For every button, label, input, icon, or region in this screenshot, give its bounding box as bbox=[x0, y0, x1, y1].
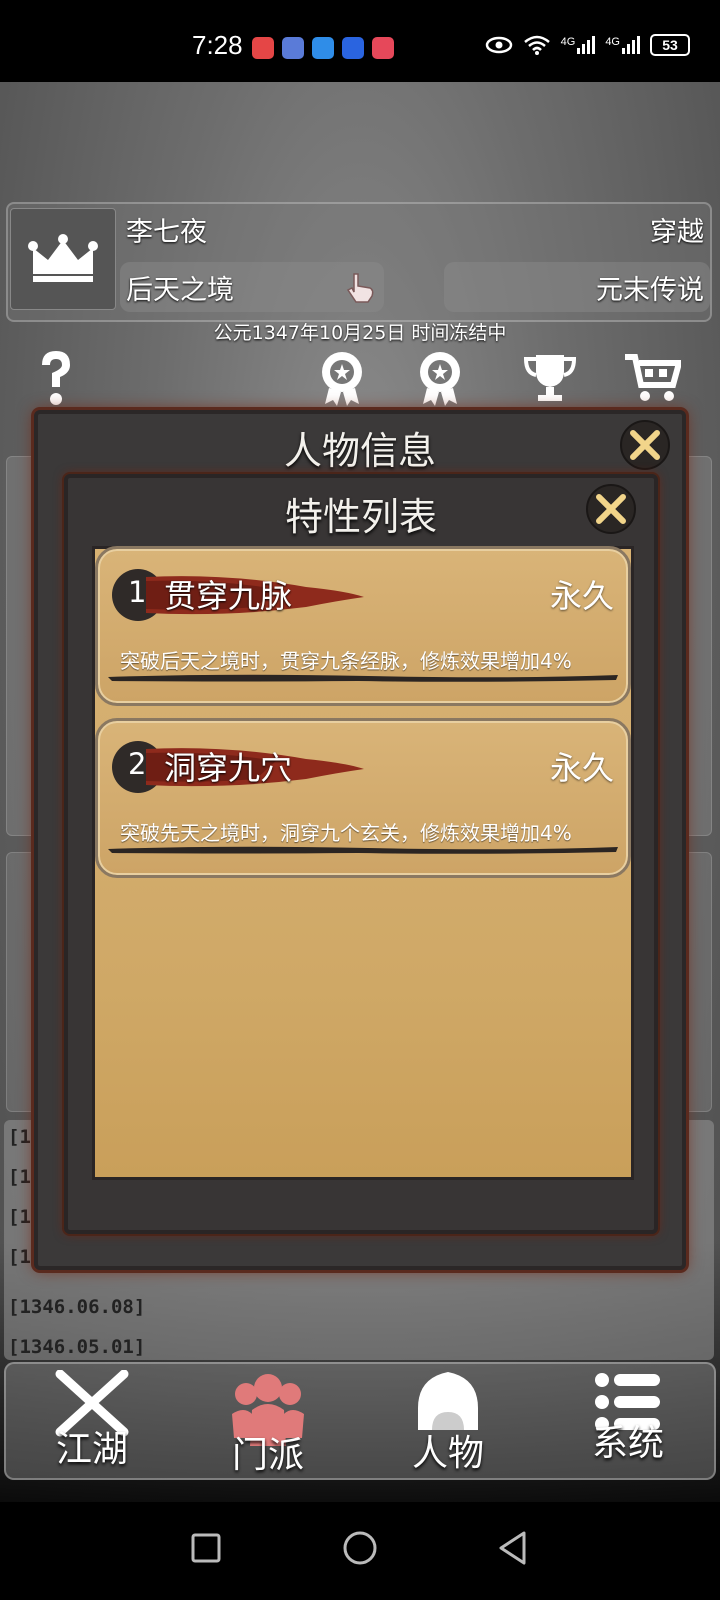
status-time: 7:28 bbox=[192, 30, 243, 60]
trait-duration: 永久 bbox=[549, 577, 614, 615]
hand-pointer-icon bbox=[346, 273, 374, 303]
player-realm: 后天之境 bbox=[126, 274, 234, 306]
network-type-1: 4G bbox=[560, 36, 576, 48]
book-app-icon bbox=[372, 37, 394, 59]
trait-description: 突破后天之境时，贯穿九条经脉，修炼效果增加4% bbox=[120, 649, 572, 673]
huawei-app-icon bbox=[252, 37, 274, 59]
nav-label: 门派 bbox=[231, 1435, 304, 1476]
trophy-icon bbox=[523, 355, 577, 401]
nav-label: 江湖 bbox=[55, 1429, 128, 1470]
nav-system[interactable]: 系统 bbox=[568, 1370, 688, 1480]
title-field[interactable]: 元末传说 bbox=[444, 262, 710, 312]
player-origin: 穿越 bbox=[650, 216, 704, 248]
home-icon[interactable] bbox=[342, 1530, 378, 1566]
cloud-app-icon bbox=[312, 37, 334, 59]
help-icon bbox=[42, 351, 70, 405]
signal-1-icon: 4G bbox=[561, 36, 596, 54]
trait-number: 1 bbox=[128, 575, 147, 609]
log-line: [1346.05.01] bbox=[8, 1336, 146, 1358]
nav-label: 人物 bbox=[411, 1433, 484, 1474]
nav-jianghu[interactable]: 江湖 bbox=[32, 1370, 152, 1480]
medal-icon bbox=[420, 352, 460, 406]
bulb-app-icon bbox=[342, 37, 364, 59]
game-date: 公元1347年10月25日 时间冻结中 bbox=[213, 322, 507, 344]
avatar[interactable] bbox=[10, 208, 116, 310]
close-traits-button[interactable] bbox=[586, 484, 636, 534]
eye-icon bbox=[485, 36, 512, 54]
recent-apps-icon[interactable] bbox=[190, 1532, 222, 1564]
trophy-button[interactable] bbox=[518, 348, 582, 408]
close-icon bbox=[630, 430, 660, 460]
trait-card[interactable]: 1 贯穿九脉 永久 突破后天之境时，贯穿九条经脉，修炼效果增加4% bbox=[95, 546, 631, 706]
help-button[interactable] bbox=[24, 348, 88, 408]
trait-number: 2 bbox=[128, 747, 147, 781]
player-title: 元末传说 bbox=[596, 274, 704, 306]
player-name-field: 李七夜 bbox=[120, 204, 370, 254]
battery-indicator: 53 bbox=[650, 34, 690, 56]
signal-2-icon: 4G bbox=[605, 36, 640, 54]
status-right: 4G 4G 53 bbox=[485, 34, 690, 56]
nav-character[interactable]: 人物 bbox=[388, 1370, 508, 1480]
player-name: 李七夜 bbox=[126, 216, 207, 248]
network-type-2: 4G bbox=[605, 36, 620, 48]
close-character-info-button[interactable] bbox=[620, 420, 670, 470]
crown-icon bbox=[28, 234, 98, 282]
log-line: [1346.06.08] bbox=[8, 1296, 146, 1318]
status-bar: 7:28 4G 4G 53 bbox=[0, 0, 720, 82]
medal-icon bbox=[322, 352, 362, 406]
close-icon bbox=[596, 494, 626, 524]
traits-dialog-title: 特性列表 bbox=[284, 495, 437, 539]
cart-icon bbox=[625, 354, 681, 401]
trait-description: 突破先天之境时，洞穿九个玄关，修炼效果增加4% bbox=[120, 821, 572, 845]
trait-name: 贯穿九脉 bbox=[164, 577, 293, 615]
wifi-icon bbox=[523, 35, 550, 55]
trait-duration: 永久 bbox=[549, 749, 614, 787]
cart-button[interactable] bbox=[620, 348, 684, 408]
back-icon[interactable] bbox=[496, 1530, 528, 1566]
character-info-title: 人物信息 bbox=[283, 429, 436, 473]
trait-card[interactable]: 2 洞穿九穴 永久 突破先天之境时，洞穿九个玄关，修炼效果增加4% bbox=[95, 718, 631, 878]
nav-sect[interactable]: 门派 bbox=[208, 1370, 328, 1480]
realm-field[interactable]: 后天之境 bbox=[120, 262, 384, 312]
notification-icons bbox=[252, 37, 394, 59]
medal-button-1[interactable] bbox=[310, 348, 374, 408]
player-origin-field: 穿越 bbox=[470, 204, 710, 254]
android-nav-bar bbox=[0, 1502, 720, 1600]
music-app-icon bbox=[282, 37, 304, 59]
medal-button-2[interactable] bbox=[408, 348, 472, 408]
nav-label: 系统 bbox=[591, 1423, 664, 1464]
trait-name: 洞穿九穴 bbox=[164, 749, 293, 787]
